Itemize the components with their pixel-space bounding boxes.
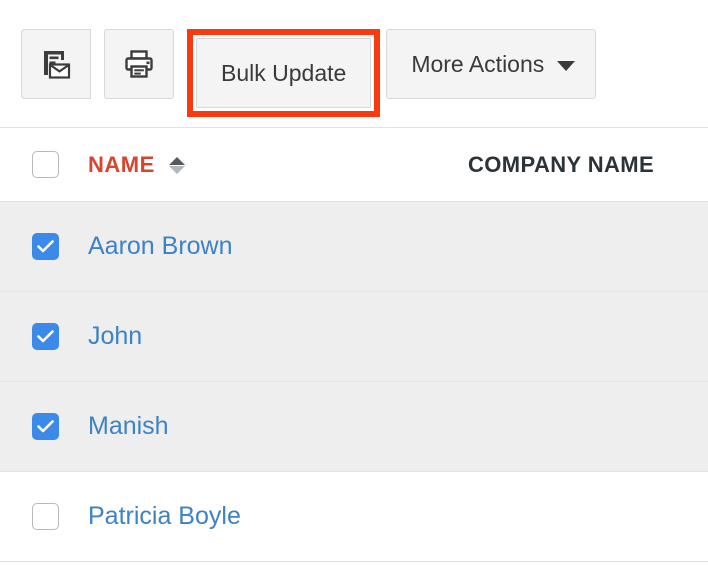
table-row[interactable]: John (0, 292, 708, 382)
row-name-cell: John (88, 322, 468, 351)
contact-name-link[interactable]: Aaron Brown (88, 232, 233, 261)
row-checkbox[interactable] (32, 233, 59, 260)
contact-name-link[interactable]: Manish (88, 412, 169, 441)
table-row[interactable]: Patricia Boyle (0, 472, 708, 562)
sort-toggle-icon[interactable] (168, 157, 185, 174)
row-checkbox[interactable] (32, 323, 59, 350)
contacts-table: NAME COMPANY NAME Aaron Brown John Manis… (0, 128, 708, 562)
contact-name-link[interactable]: John (88, 322, 142, 351)
toolbar: Bulk Update More Actions (0, 0, 708, 128)
printer-icon (123, 48, 155, 80)
table-row[interactable]: Aaron Brown (0, 202, 708, 292)
table-row[interactable]: Manish (0, 382, 708, 472)
sort-descending-icon (168, 166, 185, 174)
header-checkbox-cell (0, 151, 88, 178)
print-button[interactable] (104, 29, 174, 99)
sort-ascending-icon (168, 157, 185, 165)
header-company-cell[interactable]: COMPANY NAME (468, 152, 708, 178)
select-all-checkbox[interactable] (32, 151, 59, 178)
table-header-row: NAME COMPANY NAME (0, 128, 708, 202)
mail-merge-button[interactable] (21, 29, 91, 99)
row-checkbox-cell (0, 413, 88, 440)
chevron-down-icon (557, 61, 576, 71)
row-checkbox[interactable] (32, 503, 59, 530)
contact-name-link[interactable]: Patricia Boyle (88, 502, 241, 531)
column-header-company-name[interactable]: COMPANY NAME (468, 152, 654, 178)
row-name-cell: Manish (88, 412, 468, 441)
header-name-cell[interactable]: NAME (88, 152, 468, 178)
row-checkbox-cell (0, 323, 88, 350)
more-actions-button-label: More Actions (411, 50, 545, 77)
document-envelope-icon (40, 48, 72, 80)
row-name-cell: Aaron Brown (88, 232, 468, 261)
column-header-name[interactable]: NAME (88, 152, 155, 178)
row-name-cell: Patricia Boyle (88, 502, 468, 531)
row-checkbox-cell (0, 503, 88, 530)
bulk-update-button[interactable]: Bulk Update (196, 38, 372, 108)
toolbar-button-group: Bulk Update More Actions (21, 29, 597, 117)
row-checkbox-cell (0, 233, 88, 260)
bulk-update-highlight-box: Bulk Update (187, 29, 381, 117)
row-checkbox[interactable] (32, 413, 59, 440)
more-actions-button[interactable]: More Actions (386, 29, 597, 99)
bulk-update-button-label: Bulk Update (221, 59, 347, 86)
